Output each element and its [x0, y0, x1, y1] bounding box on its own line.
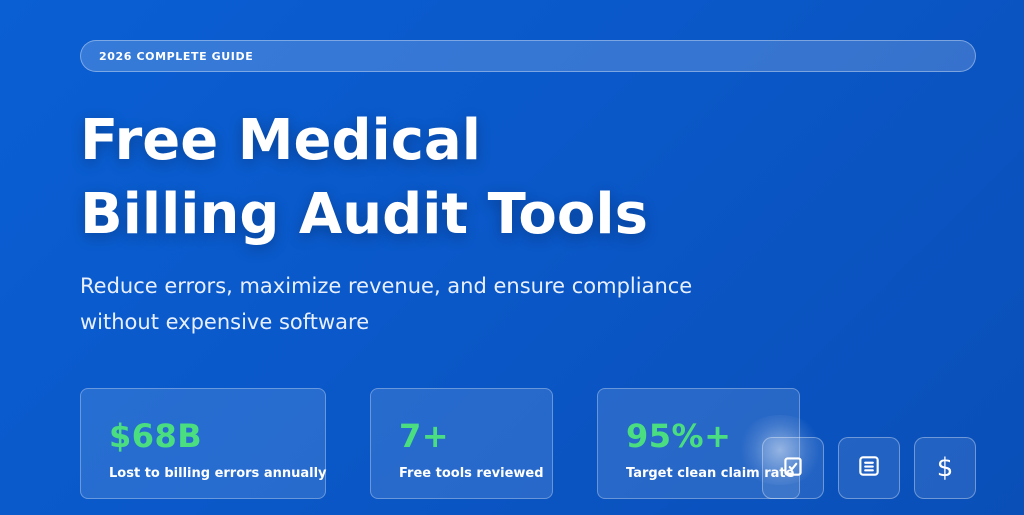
document-button[interactable] [838, 437, 900, 499]
guide-badge-label: 2026 COMPLETE GUIDE [99, 49, 254, 63]
stat-value: 7+ [399, 417, 450, 455]
stat-card-claim-rate: 95%+ Target clean claim rate [597, 388, 800, 499]
title-line-1: Free Medical [80, 108, 481, 173]
stat-value: 95%+ [626, 417, 732, 455]
guide-badge: 2026 COMPLETE GUIDE [80, 40, 976, 72]
stat-label: Target clean claim rate [626, 466, 795, 481]
document-icon [856, 453, 882, 483]
stat-value: $68B [109, 417, 203, 455]
stat-label: Free tools reviewed [399, 466, 544, 481]
subtitle-line-2: without expensive software [80, 310, 370, 334]
page-subtitle: Reduce errors, maximize revenue, and ens… [80, 268, 760, 340]
dollar-button[interactable]: $ [914, 437, 976, 499]
title-line-2: Billing Audit Tools [80, 182, 648, 247]
stat-card-losses: $68B Lost to billing errors annually [80, 388, 327, 499]
page-title: Free Medical Billing Audit Tools [80, 104, 800, 252]
stat-label: Lost to billing errors annually [109, 466, 327, 481]
stat-card-tools: 7+ Free tools reviewed [370, 388, 553, 499]
subtitle-line-1: Reduce errors, maximize revenue, and ens… [80, 274, 693, 298]
dollar-icon: $ [936, 453, 954, 483]
